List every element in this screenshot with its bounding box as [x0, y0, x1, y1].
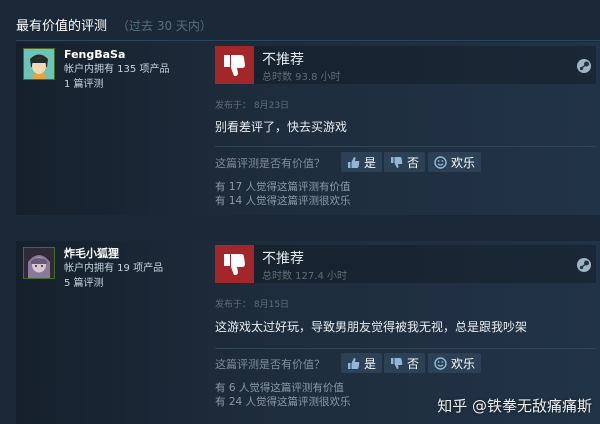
avatar[interactable] — [23, 48, 55, 80]
vote-funny-label: 欢乐 — [451, 155, 476, 170]
section-header: 最有价值的评测 （过去 30 天内） — [16, 15, 212, 34]
hours-played: 总时数 93.8 小时 — [262, 72, 341, 83]
reviewer-review-count[interactable]: 1 篇评测 — [64, 77, 169, 92]
vote-header: 不推荐 总时数 93.8 小时 — [215, 46, 596, 84]
thumbs-down-badge — [215, 245, 254, 283]
section-subtitle: （过去 30 天内） — [117, 19, 212, 33]
vote-header: 不推荐 总时数 127.4 小时 — [215, 245, 596, 283]
helpful-question: 这篇评测是否有价值？ — [215, 157, 325, 170]
avatar[interactable] — [23, 247, 55, 279]
vote-no-label: 否 — [407, 356, 420, 371]
vote-no-label: 否 — [407, 155, 420, 170]
vote-yes-button[interactable]: 是 — [341, 353, 383, 373]
thumbs-up-icon — [348, 156, 360, 168]
helpful-count: 有 17 人觉得这篇评测有价值 — [215, 181, 351, 193]
vote-funny-label: 欢乐 — [451, 356, 476, 371]
reviewer-name[interactable]: 炸毛小狐狸 — [64, 246, 163, 261]
posted-date: 发布于： 8月23日 — [215, 101, 290, 111]
vote-yes-label: 是 — [364, 356, 377, 371]
vote-yes-button[interactable]: 是 — [341, 152, 383, 172]
review-divider — [215, 348, 596, 349]
helpful-count: 有 6 人觉得这篇评测有价值 — [215, 382, 344, 394]
posted-date: 发布于： 8月15日 — [215, 300, 290, 310]
hours-played: 总时数 127.4 小时 — [262, 271, 347, 282]
vote-no-button[interactable]: 否 — [384, 353, 426, 373]
reviewer-info: FengBaSa 帐户内拥有 135 项产品 1 篇评测 — [64, 47, 169, 92]
thumbs-down-icon — [224, 254, 245, 275]
steam-icon — [577, 59, 591, 73]
funny-count: 有 24 人觉得这篇评测很欢乐 — [215, 396, 351, 408]
thumbs-up-icon — [348, 357, 360, 369]
verdict-label: 不推荐 — [262, 251, 304, 267]
vote-funny-button[interactable]: 欢乐 — [428, 152, 482, 172]
reviewer-info: 炸毛小狐狸 帐户内拥有 19 项产品 5 篇评测 — [64, 246, 163, 291]
smiley-icon — [434, 155, 447, 169]
vote-yes-label: 是 — [364, 155, 377, 170]
reviewer-products[interactable]: 帐户内拥有 135 项产品 — [64, 62, 169, 77]
section-title: 最有价值的评测 — [16, 19, 108, 34]
funny-count: 有 14 人觉得这篇评测很欢乐 — [215, 195, 351, 207]
review-content: 这游戏太过好玩，导致男朋友觉得被我无视，总是跟我吵架 — [215, 320, 528, 334]
smiley-icon — [434, 356, 447, 370]
review-card: FengBaSa 帐户内拥有 135 项产品 1 篇评测 不推荐 总时数 93.… — [16, 42, 600, 215]
reviewer-products[interactable]: 帐户内拥有 19 项产品 — [64, 261, 163, 276]
review-divider — [215, 146, 596, 147]
vote-no-button[interactable]: 否 — [384, 152, 426, 172]
reviewer-review-count[interactable]: 5 篇评测 — [64, 276, 163, 291]
helpful-question: 这篇评测是否有价值？ — [215, 358, 325, 371]
vote-funny-button[interactable]: 欢乐 — [428, 353, 482, 373]
thumbs-down-icon — [391, 156, 403, 168]
steam-icon — [577, 258, 591, 272]
verdict-label: 不推荐 — [262, 52, 304, 68]
thumbs-down-icon — [391, 357, 403, 369]
thumbs-down-icon — [224, 55, 245, 76]
thumbs-down-badge — [215, 46, 254, 84]
review-content: 别看差评了，快去买游戏 — [215, 120, 348, 134]
watermark: 知乎 @铁拳无敌痛痛斯 — [437, 397, 592, 415]
reviewer-name[interactable]: FengBaSa — [64, 47, 169, 62]
header-divider — [16, 40, 600, 41]
